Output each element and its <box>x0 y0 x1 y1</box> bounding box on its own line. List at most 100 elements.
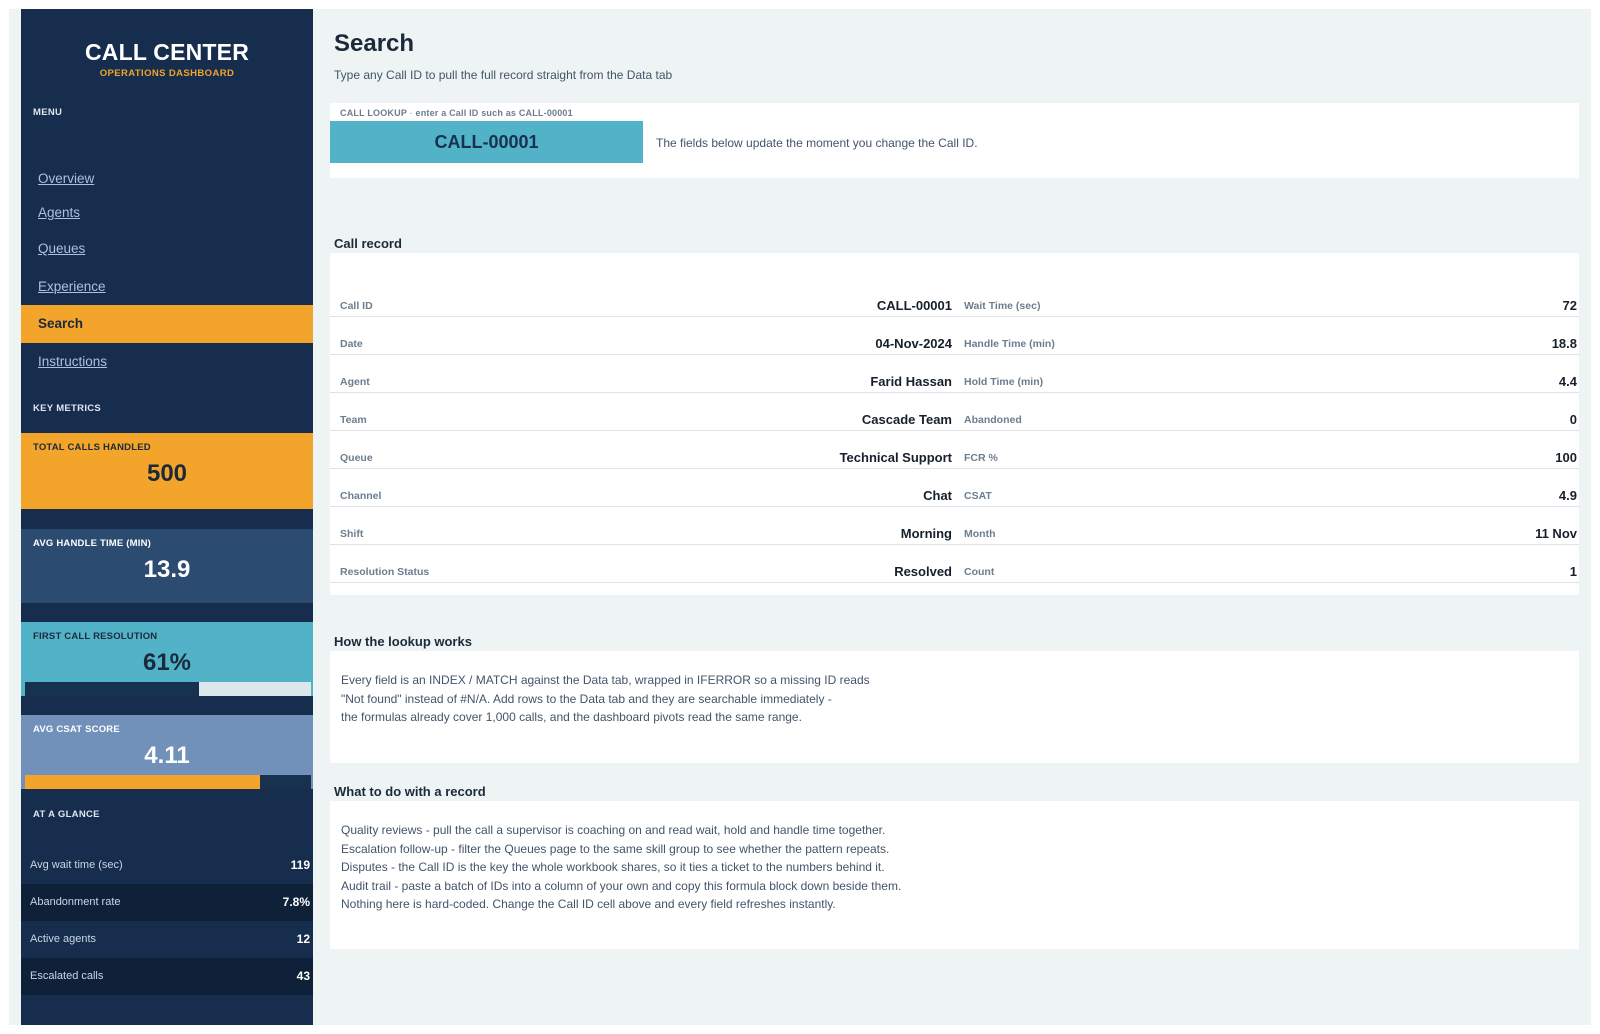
nav-queues[interactable]: Queues <box>21 230 313 268</box>
record-row-left: Call ID CALL-00001 <box>330 279 954 317</box>
lookup-note: The fields below update the moment you c… <box>656 136 978 150</box>
record-row-right: Hold Time (min) 4.4 <box>954 355 1579 393</box>
record-field-label: Month <box>964 528 996 540</box>
record-row-right: Wait Time (sec) 72 <box>954 279 1579 317</box>
how-section-title: How the lookup works <box>334 634 472 649</box>
metric-label: AVG CSAT SCORE <box>33 724 120 735</box>
what-line: Audit trail - paste a batch of IDs into … <box>341 878 902 893</box>
lookup-label: CALL LOOKUP <box>340 108 407 118</box>
page-subtitle: Type any Call ID to pull the full record… <box>334 68 673 82</box>
record-field-label: Wait Time (sec) <box>964 300 1041 312</box>
key-metrics-label: KEY METRICS <box>33 403 102 414</box>
lookup-hint-text: enter a Call ID such as CALL-00001 <box>415 108 573 118</box>
metric-label: TOTAL CALLS HANDLED <box>33 442 151 453</box>
glance-value: 119 <box>290 858 310 872</box>
record-field-value: 18.8 <box>1551 336 1577 351</box>
record-row-right: FCR % 100 <box>954 431 1579 469</box>
fcr-progress-bar <box>25 682 311 696</box>
csat-progress-fill <box>25 775 261 789</box>
record-field-label: Agent <box>340 376 370 388</box>
record-field-label: Resolution Status <box>340 566 430 578</box>
record-field-label: FCR % <box>964 452 998 464</box>
record-field-label: Abandoned <box>964 414 1022 426</box>
record-field-value: 0 <box>1569 412 1577 427</box>
glance-value: 12 <box>296 932 310 946</box>
record-row-left: Team Cascade Team <box>330 393 954 431</box>
glance-value: 43 <box>296 969 310 983</box>
record-field-label: Shift <box>340 528 364 540</box>
record-field-label: Count <box>964 566 995 578</box>
what-line: Disputes - the Call ID is the key the wh… <box>341 860 885 875</box>
lookup-separator: · <box>409 108 413 118</box>
metric-label: FIRST CALL RESOLUTION <box>33 631 158 642</box>
metric-value: 13.9 <box>143 556 191 583</box>
brand-subtitle: OPERATIONS DASHBOARD <box>99 68 235 79</box>
record-field-value: 11 Nov <box>1535 526 1577 541</box>
brand-title: CALL CENTER <box>84 39 250 65</box>
how-text: Every field is an INDEX / MATCH against … <box>341 671 870 727</box>
record-field-label: Hold Time (min) <box>964 376 1044 388</box>
record-row-left: Date 04-Nov-2024 <box>330 317 954 355</box>
record-row-right: Count 1 <box>954 545 1579 583</box>
record-field-value: 04-Nov-2024 <box>875 336 952 351</box>
what-line: Escalation follow-up - filter the Queues… <box>341 841 890 856</box>
record-field-label: Queue <box>340 452 373 464</box>
menu-label: MENU <box>33 107 63 118</box>
metric-label: AVG HANDLE TIME (MIN) <box>33 538 152 549</box>
call-id-input[interactable] <box>330 121 643 163</box>
record-field-value: 4.4 <box>1558 374 1577 389</box>
what-line: Nothing here is hard-coded. Change the C… <box>341 897 836 912</box>
glance-label: Avg wait time (sec) <box>30 859 123 871</box>
glance-label: Escalated calls <box>30 970 104 982</box>
metric-value: 4.11 <box>144 742 190 769</box>
glance-row-wait: Avg wait time (sec) 119 <box>21 847 313 884</box>
nav-overview[interactable]: Overview <box>21 160 313 198</box>
record-row-left: Channel Chat <box>330 469 954 507</box>
record-row-right: Abandoned 0 <box>954 393 1579 431</box>
record-field-value: 1 <box>1569 564 1577 579</box>
what-panel: Quality reviews - pull the call a superv… <box>330 801 1579 949</box>
how-line: the formulas already cover 1,000 calls, … <box>341 710 802 725</box>
record-field-value: Resolved <box>894 564 952 579</box>
record-field-label: Handle Time (min) <box>964 338 1055 350</box>
glance-label: Active agents <box>30 933 97 945</box>
glance-value: 7.8% <box>282 895 310 909</box>
nav-instructions[interactable]: Instructions <box>21 343 313 381</box>
record-field-label: Call ID <box>340 300 373 312</box>
how-line: "Not found" instead of #N/A. Add rows to… <box>341 691 832 706</box>
record-row-right: Month 11 Nov <box>954 507 1579 545</box>
glance-row-agents: Active agents 12 <box>21 921 313 958</box>
record-row-left: Shift Morning <box>330 507 954 545</box>
fcr-progress-fill <box>25 682 200 696</box>
nav-search[interactable]: Search <box>21 305 313 343</box>
metric-total-calls: TOTAL CALLS HANDLED 500 <box>21 433 313 509</box>
record-field-value: 72 <box>1562 298 1577 313</box>
record-field-label: CSAT <box>964 490 992 502</box>
record-field-value: Chat <box>923 488 952 503</box>
record-field-label: Channel <box>340 490 382 502</box>
metric-value: 500 <box>146 460 188 487</box>
record-row-left: Resolution Status Resolved <box>330 545 954 583</box>
nav-agents[interactable]: Agents <box>21 194 313 232</box>
record-field-value: Farid Hassan <box>870 374 952 389</box>
record-field-value: Technical Support <box>839 450 952 465</box>
metric-value: 61% <box>142 649 192 676</box>
how-line: Every field is an INDEX / MATCH against … <box>341 673 870 687</box>
sidebar: CALL CENTER OPERATIONS DASHBOARD MENU Ov… <box>21 9 313 1025</box>
glance-row-abandonment: Abandonment rate 7.8% <box>21 884 313 921</box>
page-title: Search <box>334 30 415 57</box>
glance-row-escalated: Escalated calls 43 <box>21 958 313 995</box>
lookup-panel: CALL LOOKUP · enter a Call ID such as CA… <box>330 103 1579 178</box>
csat-progress-bar <box>25 775 311 789</box>
record-field-value: 100 <box>1555 450 1577 465</box>
metric-avg-csat: AVG CSAT SCORE 4.11 <box>21 715 313 789</box>
metric-first-call-resolution: FIRST CALL RESOLUTION 61% <box>21 622 313 696</box>
record-row-left: Agent Farid Hassan <box>330 355 954 393</box>
what-line: Quality reviews - pull the call a superv… <box>341 823 886 837</box>
record-row-right: Handle Time (min) 18.8 <box>954 317 1579 355</box>
record-field-value: Morning <box>900 526 952 541</box>
nav-experience[interactable]: Experience <box>21 268 313 306</box>
record-field-value: Cascade Team <box>861 412 952 427</box>
record-panel: Call ID CALL-00001 Date 04-Nov-2024 Agent Far… <box>330 253 1579 595</box>
record-field-value: 4.9 <box>1558 488 1577 503</box>
